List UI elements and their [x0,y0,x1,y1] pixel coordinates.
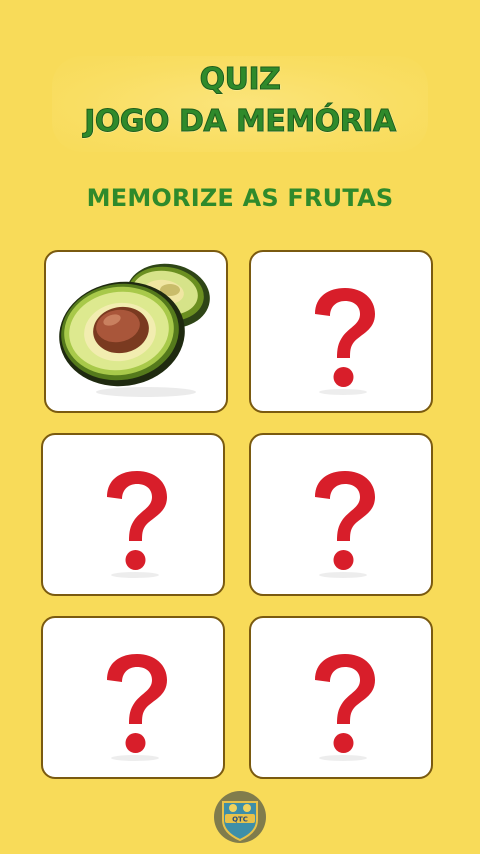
question-mark-icon [315,654,375,761]
memory-card-avocado[interactable] [44,250,228,413]
memory-card-hidden[interactable] [249,250,433,413]
memory-card-hidden[interactable] [41,433,225,596]
logo-text: QTC [232,816,248,824]
channel-logo: QTC [211,790,269,844]
memory-card-hidden[interactable] [249,616,433,779]
question-mark-icon [107,654,167,761]
quiz-title: QUIZ [199,62,281,98]
memory-card-hidden[interactable] [249,433,433,596]
question-mark-icon [315,471,375,578]
game-title: JOGO DA MEMÓRIA [84,104,397,140]
instruction-text: MEMORIZE AS FRUTAS [86,184,394,212]
shield-badge-icon: QTC [214,791,266,843]
question-mark-icon [107,471,167,578]
avocado-image [59,263,210,397]
question-mark-icon [315,288,375,395]
memory-card-hidden[interactable] [41,616,225,779]
